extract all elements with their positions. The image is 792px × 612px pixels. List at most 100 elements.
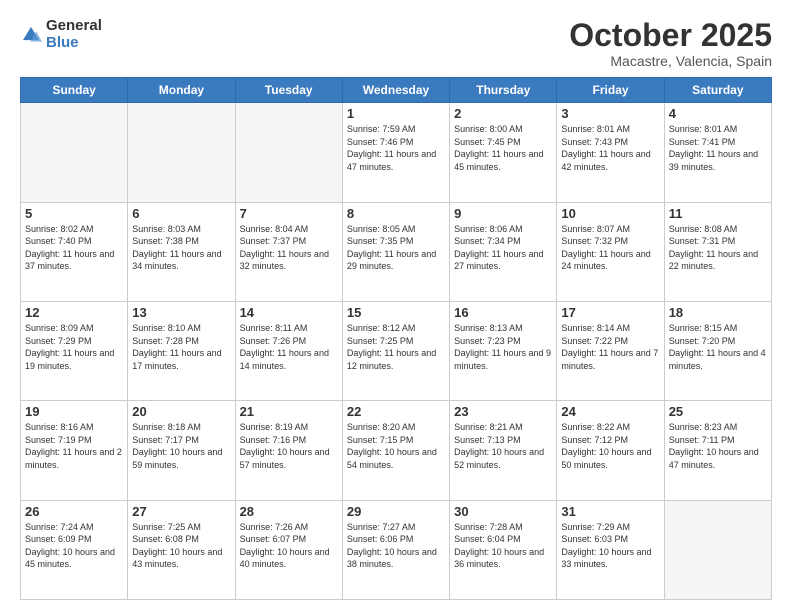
day-number: 9 (454, 206, 552, 221)
day-number: 18 (669, 305, 767, 320)
day-number: 19 (25, 404, 123, 419)
calendar-day-17: 17 Sunrise: 8:14 AM Sunset: 7:22 PM Dayli… (557, 301, 664, 400)
day-info: Sunrise: 8:07 AM Sunset: 7:32 PM Dayligh… (561, 223, 659, 273)
day-number: 17 (561, 305, 659, 320)
weekday-header-saturday: Saturday (664, 78, 771, 103)
calendar-day-18: 18Sunrise: 8:15 AM Sunset: 7:20 PM Dayli… (664, 301, 771, 400)
day-number: 15 (347, 305, 445, 320)
day-number: 1 (347, 106, 445, 121)
weekday-header-monday: Monday (128, 78, 235, 103)
day-info: Sunrise: 7:29 AM Sunset: 6:03 PM Dayligh… (561, 521, 659, 571)
day-info: Sunrise: 8:13 AM Sunset: 7:23 PM Dayligh… (454, 322, 552, 372)
calendar-day-24: 24 Sunrise: 8:22 AM Sunset: 7:12 PM Dayli… (557, 401, 664, 500)
calendar-day-6: 6 Sunrise: 8:03 AM Sunset: 7:38 PM Daylig… (128, 202, 235, 301)
calendar-day-20: 20Sunrise: 8:18 AM Sunset: 7:17 PM Dayli… (128, 401, 235, 500)
day-number: 26 (25, 504, 123, 519)
logo-blue-text: Blue (46, 35, 102, 52)
day-number: 30 (454, 504, 552, 519)
calendar-empty-cell (21, 103, 128, 202)
calendar-day-27: 27Sunrise: 7:25 AM Sunset: 6:08 PM Dayli… (128, 500, 235, 599)
day-number: 31 (561, 504, 659, 519)
day-info: Sunrise: 8:01 AM Sunset: 7:43 PM Dayligh… (561, 123, 659, 173)
day-number: 6 (132, 206, 230, 221)
calendar-week-5: 26 Sunrise: 7:24 AM Sunset: 6:09 PM Dayli… (21, 500, 772, 599)
day-info: Sunrise: 8:14 AM Sunset: 7:22 PM Dayligh… (561, 322, 659, 372)
calendar-day-1: 1Sunrise: 7:59 AM Sunset: 7:46 PM Daylig… (342, 103, 449, 202)
day-number: 10 (561, 206, 659, 221)
day-info: Sunrise: 7:26 AM Sunset: 6:07 PM Dayligh… (240, 521, 338, 571)
weekday-header-row: SundayMondayTuesdayWednesdayThursdayFrid… (21, 78, 772, 103)
day-number: 11 (669, 206, 767, 221)
day-info: Sunrise: 8:16 AM Sunset: 7:19 PM Dayligh… (25, 421, 123, 471)
day-number: 3 (561, 106, 659, 121)
day-info: Sunrise: 8:08 AM Sunset: 7:31 PM Dayligh… (669, 223, 767, 273)
day-info: Sunrise: 8:11 AM Sunset: 7:26 PM Dayligh… (240, 322, 338, 372)
calendar-day-8: 8 Sunrise: 8:05 AM Sunset: 7:35 PM Daylig… (342, 202, 449, 301)
day-number: 25 (669, 404, 767, 419)
weekday-header-tuesday: Tuesday (235, 78, 342, 103)
calendar-table: SundayMondayTuesdayWednesdayThursdayFrid… (20, 77, 772, 600)
logo-icon (20, 24, 42, 46)
calendar-day-4: 4Sunrise: 8:01 AM Sunset: 7:41 PM Daylig… (664, 103, 771, 202)
calendar-week-4: 19 Sunrise: 8:16 AM Sunset: 7:19 PM Dayli… (21, 401, 772, 500)
day-number: 4 (669, 106, 767, 121)
day-number: 16 (454, 305, 552, 320)
day-info: Sunrise: 8:19 AM Sunset: 7:16 PM Dayligh… (240, 421, 338, 471)
calendar-empty-cell (128, 103, 235, 202)
calendar-empty-cell (664, 500, 771, 599)
calendar-empty-cell (235, 103, 342, 202)
calendar-week-1: 1Sunrise: 7:59 AM Sunset: 7:46 PM Daylig… (21, 103, 772, 202)
day-number: 13 (132, 305, 230, 320)
calendar-day-26: 26 Sunrise: 7:24 AM Sunset: 6:09 PM Dayli… (21, 500, 128, 599)
day-info: Sunrise: 8:22 AM Sunset: 7:12 PM Dayligh… (561, 421, 659, 471)
calendar-week-2: 5 Sunrise: 8:02 AM Sunset: 7:40 PM Daylig… (21, 202, 772, 301)
day-info: Sunrise: 8:02 AM Sunset: 7:40 PM Dayligh… (25, 223, 123, 273)
day-info: Sunrise: 7:27 AM Sunset: 6:06 PM Dayligh… (347, 521, 445, 571)
day-info: Sunrise: 7:28 AM Sunset: 6:04 PM Dayligh… (454, 521, 552, 571)
calendar-day-5: 5 Sunrise: 8:02 AM Sunset: 7:40 PM Daylig… (21, 202, 128, 301)
top-section: General Blue October 2025 Macastre, Vale… (20, 18, 772, 69)
day-number: 29 (347, 504, 445, 519)
day-info: Sunrise: 8:04 AM Sunset: 7:37 PM Dayligh… (240, 223, 338, 273)
calendar-day-23: 23 Sunrise: 8:21 AM Sunset: 7:13 PM Dayli… (450, 401, 557, 500)
day-number: 8 (347, 206, 445, 221)
calendar-day-22: 22Sunrise: 8:20 AM Sunset: 7:15 PM Dayli… (342, 401, 449, 500)
day-info: Sunrise: 8:03 AM Sunset: 7:38 PM Dayligh… (132, 223, 230, 273)
weekday-header-wednesday: Wednesday (342, 78, 449, 103)
logo-text: General Blue (46, 18, 102, 51)
day-info: Sunrise: 8:12 AM Sunset: 7:25 PM Dayligh… (347, 322, 445, 372)
day-info: Sunrise: 8:20 AM Sunset: 7:15 PM Dayligh… (347, 421, 445, 471)
calendar-day-15: 15 Sunrise: 8:12 AM Sunset: 7:25 PM Dayli… (342, 301, 449, 400)
day-number: 23 (454, 404, 552, 419)
day-number: 21 (240, 404, 338, 419)
calendar-week-3: 12 Sunrise: 8:09 AM Sunset: 7:29 PM Dayli… (21, 301, 772, 400)
calendar-day-13: 13 Sunrise: 8:10 AM Sunset: 7:28 PM Dayli… (128, 301, 235, 400)
calendar-day-14: 14 Sunrise: 8:11 AM Sunset: 7:26 PM Dayli… (235, 301, 342, 400)
calendar-day-16: 16 Sunrise: 8:13 AM Sunset: 7:23 PM Dayli… (450, 301, 557, 400)
calendar-day-25: 25 Sunrise: 8:23 AM Sunset: 7:11 PM Dayli… (664, 401, 771, 500)
calendar-day-7: 7Sunrise: 8:04 AM Sunset: 7:37 PM Daylig… (235, 202, 342, 301)
day-info: Sunrise: 8:21 AM Sunset: 7:13 PM Dayligh… (454, 421, 552, 471)
day-info: Sunrise: 8:05 AM Sunset: 7:35 PM Dayligh… (347, 223, 445, 273)
calendar-day-28: 28 Sunrise: 7:26 AM Sunset: 6:07 PM Dayli… (235, 500, 342, 599)
day-info: Sunrise: 8:06 AM Sunset: 7:34 PM Dayligh… (454, 223, 552, 273)
day-number: 12 (25, 305, 123, 320)
day-info: Sunrise: 8:18 AM Sunset: 7:17 PM Dayligh… (132, 421, 230, 471)
calendar-day-21: 21 Sunrise: 8:19 AM Sunset: 7:16 PM Dayli… (235, 401, 342, 500)
page: General Blue October 2025 Macastre, Vale… (0, 0, 792, 612)
calendar-day-29: 29 Sunrise: 7:27 AM Sunset: 6:06 PM Dayli… (342, 500, 449, 599)
day-info: Sunrise: 7:24 AM Sunset: 6:09 PM Dayligh… (25, 521, 123, 571)
day-number: 5 (25, 206, 123, 221)
logo: General Blue (20, 18, 102, 51)
day-info: Sunrise: 8:10 AM Sunset: 7:28 PM Dayligh… (132, 322, 230, 372)
title-section: October 2025 Macastre, Valencia, Spain (569, 18, 772, 69)
day-info: Sunrise: 8:23 AM Sunset: 7:11 PM Dayligh… (669, 421, 767, 471)
month-title: October 2025 (569, 18, 772, 53)
calendar-day-9: 9 Sunrise: 8:06 AM Sunset: 7:34 PM Daylig… (450, 202, 557, 301)
day-number: 28 (240, 504, 338, 519)
calendar-day-3: 3 Sunrise: 8:01 AM Sunset: 7:43 PM Daylig… (557, 103, 664, 202)
day-info: Sunrise: 8:09 AM Sunset: 7:29 PM Dayligh… (25, 322, 123, 372)
calendar-day-19: 19 Sunrise: 8:16 AM Sunset: 7:19 PM Dayli… (21, 401, 128, 500)
day-number: 14 (240, 305, 338, 320)
day-number: 24 (561, 404, 659, 419)
